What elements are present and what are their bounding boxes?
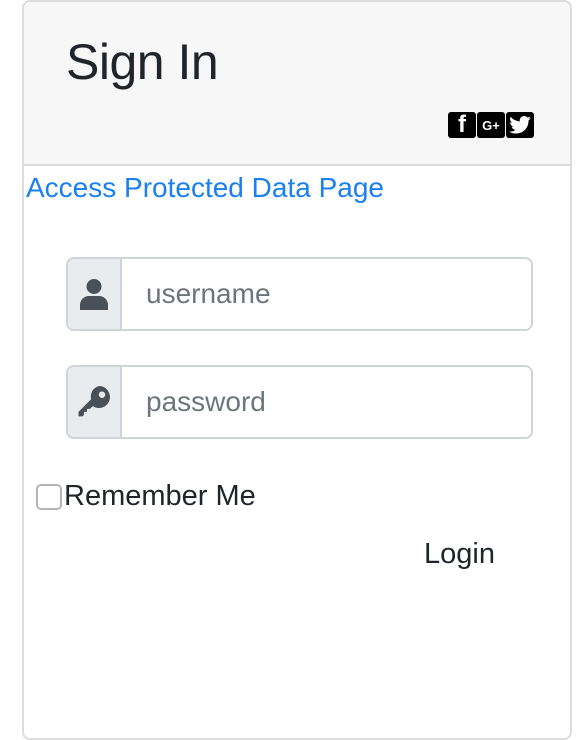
username-input[interactable] bbox=[122, 259, 531, 329]
sign-in-card: Sign In f G+ Access Protected Data Page bbox=[22, 0, 572, 740]
social-icons: f G+ bbox=[448, 111, 534, 138]
remember-me-checkbox[interactable] bbox=[36, 483, 62, 510]
login-button[interactable]: Login bbox=[424, 538, 495, 571]
twitter-icon[interactable] bbox=[506, 112, 534, 138]
password-group bbox=[66, 365, 533, 439]
key-icon bbox=[68, 367, 122, 437]
username-group bbox=[66, 257, 533, 331]
password-input[interactable] bbox=[122, 367, 531, 437]
facebook-icon[interactable]: f bbox=[448, 111, 476, 138]
protected-data-link[interactable]: Access Protected Data Page bbox=[26, 172, 384, 204]
page-title: Sign In bbox=[66, 34, 219, 90]
remember-me[interactable]: Remember Me bbox=[36, 480, 256, 513]
remember-me-label: Remember Me bbox=[64, 480, 256, 512]
user-icon bbox=[68, 259, 122, 329]
card-header: Sign In f G+ bbox=[24, 2, 570, 166]
google-plus-icon[interactable]: G+ bbox=[477, 112, 505, 138]
